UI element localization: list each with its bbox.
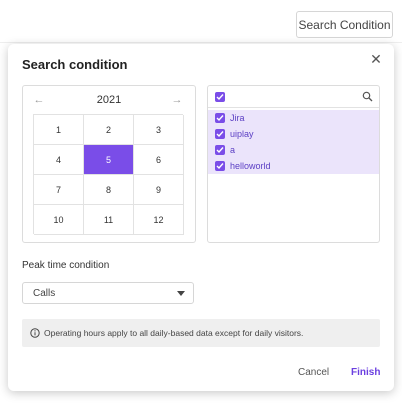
- info-icon: [30, 328, 40, 338]
- chevron-down-icon: [177, 291, 185, 296]
- list-item-label: uiplay: [230, 129, 254, 139]
- service-list: Jira uiplay a helloworld: [207, 85, 380, 243]
- list-item-label: Jira: [230, 113, 245, 123]
- search-condition-dialog: Search condition ✕ ← 2021 → 1 2 3 4 5 6 …: [8, 44, 394, 391]
- month-cell[interactable]: 8: [84, 175, 134, 205]
- checkbox-checked[interactable]: [215, 161, 225, 171]
- list-item-label: a: [230, 145, 236, 155]
- month-cell[interactable]: 3: [134, 115, 184, 145]
- info-banner: Operating hours apply to all daily-based…: [22, 319, 380, 347]
- month-cell[interactable]: 4: [34, 145, 84, 175]
- search-condition-button[interactable]: Search Condition: [296, 11, 393, 38]
- list-items: Jira uiplay a helloworld: [208, 110, 379, 174]
- checkbox-checked[interactable]: [215, 113, 225, 123]
- list-header: [208, 86, 379, 108]
- list-item[interactable]: helloworld: [208, 158, 379, 174]
- month-cell[interactable]: 7: [34, 175, 84, 205]
- info-text: Operating hours apply to all daily-based…: [44, 328, 304, 338]
- month-grid: 1 2 3 4 5 6 7 8 9 10 11 12: [33, 114, 184, 235]
- close-icon[interactable]: ✕: [369, 52, 383, 66]
- month-cell[interactable]: 1: [34, 115, 84, 145]
- list-item-label: helloworld: [230, 161, 271, 171]
- arrow-left-icon[interactable]: ←: [33, 94, 45, 106]
- arrow-right-icon[interactable]: →: [171, 94, 183, 106]
- month-cell-selected[interactable]: 5: [84, 145, 134, 175]
- dialog-title: Search condition: [22, 57, 128, 72]
- divider: [0, 42, 402, 43]
- checkbox-checked[interactable]: [215, 129, 225, 139]
- list-item[interactable]: a: [208, 142, 379, 158]
- list-item[interactable]: uiplay: [208, 126, 379, 142]
- calendar-header: ← 2021 →: [23, 86, 195, 114]
- month-cell[interactable]: 9: [134, 175, 184, 205]
- month-cell[interactable]: 6: [134, 145, 184, 175]
- select-all-checkbox[interactable]: [215, 92, 225, 102]
- month-cell[interactable]: 12: [134, 205, 184, 235]
- cancel-button[interactable]: Cancel: [298, 367, 329, 378]
- month-cell[interactable]: 2: [84, 115, 134, 145]
- peak-time-label: Peak time condition: [22, 260, 110, 271]
- calendar-year: 2021: [96, 94, 122, 106]
- peak-time-select[interactable]: Calls: [22, 282, 194, 304]
- select-value: Calls: [33, 288, 56, 299]
- month-cell[interactable]: 11: [84, 205, 134, 235]
- search-icon[interactable]: [362, 91, 373, 102]
- month-cell[interactable]: 10: [34, 205, 84, 235]
- list-item[interactable]: Jira: [208, 110, 379, 126]
- finish-button[interactable]: Finish: [351, 367, 380, 378]
- checkbox-checked[interactable]: [215, 145, 225, 155]
- month-calendar: ← 2021 → 1 2 3 4 5 6 7 8 9 10 11 12: [22, 85, 196, 243]
